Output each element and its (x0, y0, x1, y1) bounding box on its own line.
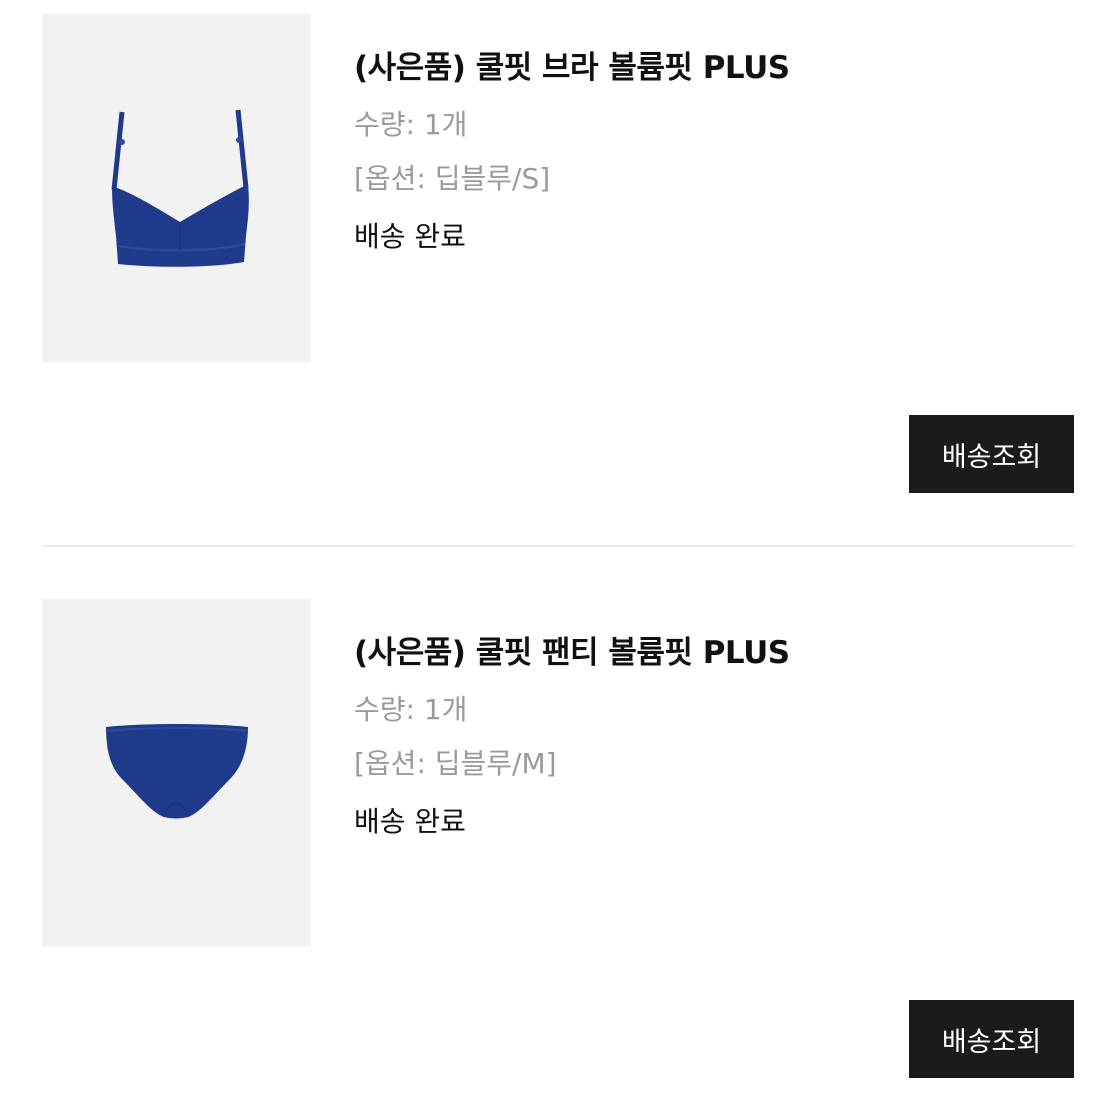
product-name[interactable]: (사은품) 쿨핏 팬티 볼륨핏 PLUS (354, 631, 790, 675)
option-label: [옵션: 딥블루/S] (354, 162, 551, 195)
track-delivery-button[interactable]: 배송조회 (909, 1000, 1074, 1078)
product-thumbnail[interactable] (42, 599, 311, 947)
product-info: (사은품) 쿨핏 브라 볼륨핏 PLUS 수량: 1개 [옵션: 딥블루/S] … (354, 46, 790, 264)
delivery-status: 배송 완료 (354, 805, 466, 838)
product-info: (사은품) 쿨핏 팬티 볼륨핏 PLUS 수량: 1개 [옵션: 딥블루/M] … (354, 631, 790, 849)
divider (42, 545, 1074, 547)
delivery-status: 배송 완료 (354, 220, 466, 253)
panty-product-image (105, 724, 249, 819)
track-delivery-button[interactable]: 배송조회 (909, 415, 1074, 493)
bra-product-image (111, 109, 249, 267)
product-thumbnail[interactable] (42, 14, 311, 362)
quantity-label: 수량: 1개 (354, 108, 468, 141)
quantity-label: 수량: 1개 (354, 693, 468, 726)
product-name[interactable]: (사은품) 쿨핏 브라 볼륨핏 PLUS (354, 46, 790, 90)
option-label: [옵션: 딥블루/M] (354, 747, 557, 780)
order-list: (사은품) 쿨핏 브라 볼륨핏 PLUS 수량: 1개 [옵션: 딥블루/S] … (0, 0, 1114, 1114)
